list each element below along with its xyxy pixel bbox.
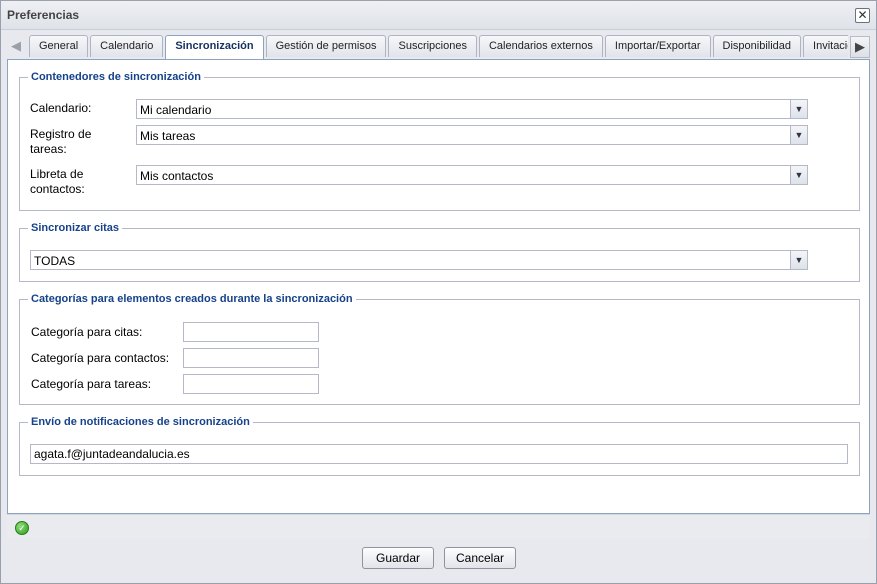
category-tasks-label: Categoría para tareas: xyxy=(31,377,152,391)
category-contacts-input[interactable] xyxy=(183,348,319,368)
category-appointments-input[interactable] xyxy=(183,322,319,342)
notification-email-input[interactable]: agata.f@juntadeandalucia.es xyxy=(30,444,848,464)
categories-fieldset: Categorías para elementos creados durant… xyxy=(19,293,860,405)
tab-bar: ◀ General Calendario Sincronización Gestión… xyxy=(7,33,870,60)
close-icon[interactable]: ✕ xyxy=(855,8,870,23)
calendar-select[interactable]: Mi calendario ▼ xyxy=(136,99,808,119)
contacts-label-line1: Libreta de xyxy=(30,167,84,181)
tab-calendario[interactable]: Calendario xyxy=(90,35,164,57)
notifications-fieldset: Envío de notificaciones de sincronizació… xyxy=(19,416,860,476)
tasks-label-line1: Registro de xyxy=(30,127,92,141)
preferences-dialog: Preferencias ✕ ◀ General Calendario Sincro… xyxy=(0,0,877,584)
contacts-select[interactable]: Mis contactos ▼ xyxy=(136,165,808,185)
sync-appointments-value: TODAS xyxy=(34,254,76,268)
save-button[interactable]: Guardar xyxy=(362,547,434,569)
chevron-down-icon[interactable]: ▼ xyxy=(790,126,807,144)
categories-legend: Categorías para elementos creados durant… xyxy=(31,293,353,305)
chevron-down-icon[interactable]: ▼ xyxy=(790,251,807,269)
tab-panel-synchronization: Contenedores de sincronización Calendari… xyxy=(7,60,870,514)
sync-appointments-fieldset: Sincronizar citas TODAS ▼ xyxy=(19,222,860,282)
chevron-down-icon[interactable]: ▼ xyxy=(790,100,807,118)
notifications-legend: Envío de notificaciones de sincronizació… xyxy=(31,416,250,428)
category-contacts-label: Categoría para contactos: xyxy=(31,351,170,365)
tab-gestion-de-permisos[interactable]: Gestión de permisos xyxy=(265,35,387,57)
contacts-select-value: Mis contactos xyxy=(140,169,214,183)
tab-general[interactable]: General xyxy=(29,35,89,57)
sync-containers-legend: Contenedores de sincronización xyxy=(31,71,201,83)
tab-suscripciones[interactable]: Suscripciones xyxy=(388,35,477,57)
chevron-down-icon[interactable]: ▼ xyxy=(790,166,807,184)
title-bar[interactable]: Preferencias ✕ xyxy=(1,1,876,30)
button-bar: Guardar Cancelar xyxy=(1,542,876,576)
tab-calendarios-externos[interactable]: Calendarios externos xyxy=(478,35,603,57)
sync-containers-fieldset: Contenedores de sincronización Calendari… xyxy=(19,71,860,211)
dialog-title: Preferencias xyxy=(7,8,80,22)
sync-appointments-legend: Sincronizar citas xyxy=(31,222,120,234)
tasks-select[interactable]: Mis tareas ▼ xyxy=(136,125,808,145)
tab-scroll-left-icon[interactable]: ◀ xyxy=(7,36,25,56)
sync-appointments-select[interactable]: TODAS ▼ xyxy=(30,250,808,270)
tab-strip: General Calendario Sincronización Gestión d… xyxy=(29,35,848,59)
calendar-select-value: Mi calendario xyxy=(140,103,212,117)
tab-disponibilidad[interactable]: Disponibilidad xyxy=(712,35,802,57)
tab-importar-exportar[interactable]: Importar/Exportar xyxy=(604,35,711,57)
tasks-select-value: Mis tareas xyxy=(140,129,196,143)
calendar-label: Calendario: xyxy=(30,101,92,115)
category-tasks-input[interactable] xyxy=(183,374,319,394)
tab-sincronizacion[interactable]: Sincronización xyxy=(165,35,264,59)
status-bar: ✓ xyxy=(7,514,870,539)
tab-scroll-right-icon[interactable]: ▶ xyxy=(850,36,870,58)
tasks-label-line2: tareas: xyxy=(30,142,67,156)
tab-invitaciones[interactable]: Invitaciones xyxy=(803,35,848,57)
check-ok-icon: ✓ xyxy=(15,521,29,535)
category-appointments-label: Categoría para citas: xyxy=(31,325,143,339)
cancel-button[interactable]: Cancelar xyxy=(444,547,516,569)
contacts-label-line2: contactos: xyxy=(30,182,85,196)
